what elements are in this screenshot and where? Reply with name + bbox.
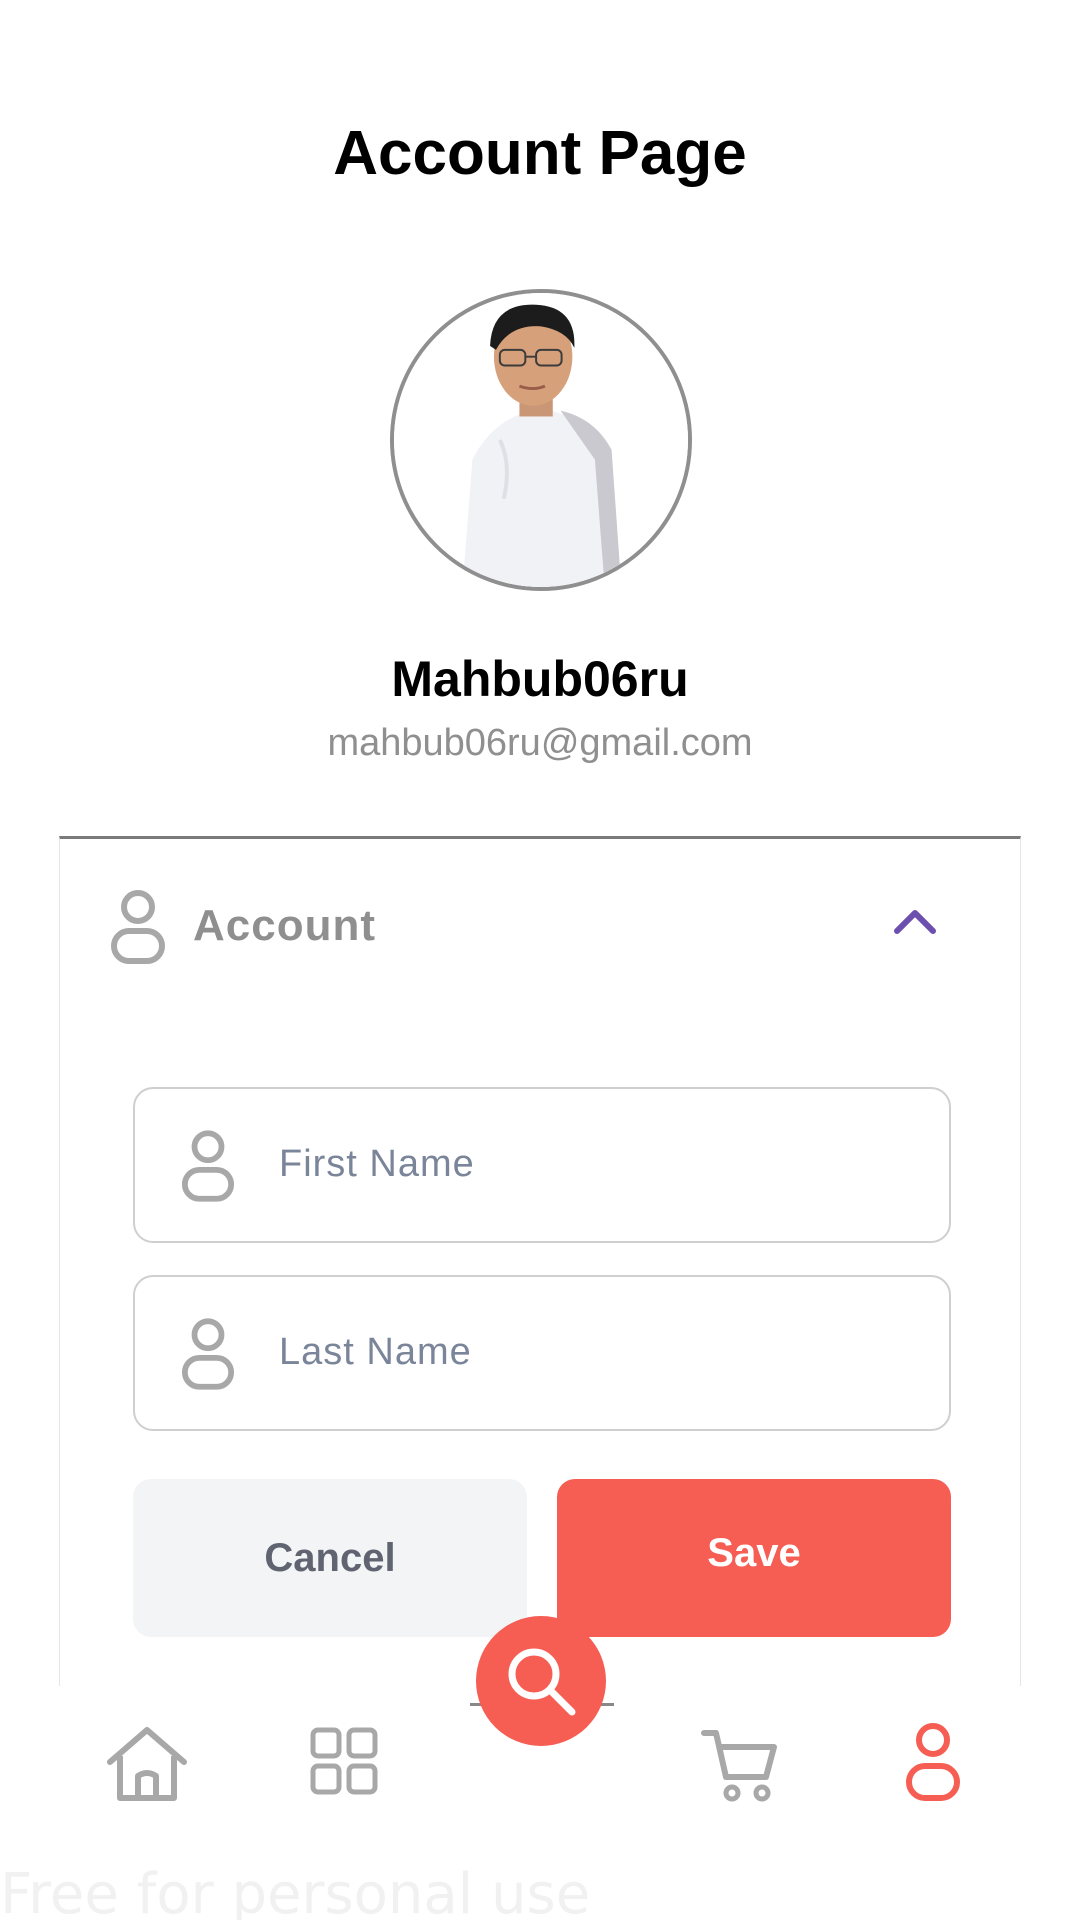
chevron-up-icon[interactable]: [893, 905, 937, 935]
profile-icon[interactable]: [905, 1722, 961, 1802]
cart-icon[interactable]: [700, 1727, 780, 1803]
cancel-button[interactable]: Cancel: [133, 1479, 527, 1637]
last-name-placeholder: Last Name: [279, 1331, 472, 1373]
page-title: Account Page: [333, 119, 747, 188]
first-name-placeholder: First Name: [279, 1143, 475, 1185]
first-name-field[interactable]: First Name: [133, 1087, 951, 1243]
person-icon: [181, 1130, 235, 1202]
account-section-title: Account: [193, 901, 376, 950]
account-page: Account Page Mahbub06ru mahbub06ru@gmail…: [0, 0, 1080, 1920]
search-icon: [508, 1648, 576, 1716]
search-fab-button[interactable]: [476, 1616, 606, 1746]
account-accordion: Account First Name Last Name Cancel Save: [59, 836, 1021, 1686]
account-accordion-header[interactable]: Account: [60, 839, 1020, 1009]
home-icon[interactable]: [104, 1724, 190, 1804]
watermark: Free for personal use: [0, 1862, 591, 1920]
person-icon: [111, 890, 165, 964]
profile-photo: [394, 293, 688, 587]
last-name-field[interactable]: Last Name: [133, 1275, 951, 1431]
person-icon: [181, 1318, 235, 1390]
user-email: mahbub06ru@gmail.com: [327, 722, 753, 764]
save-button[interactable]: Save: [557, 1479, 951, 1637]
avatar[interactable]: [390, 289, 692, 591]
username: Mahbub06ru: [391, 651, 689, 707]
grid-icon[interactable]: [310, 1727, 378, 1795]
